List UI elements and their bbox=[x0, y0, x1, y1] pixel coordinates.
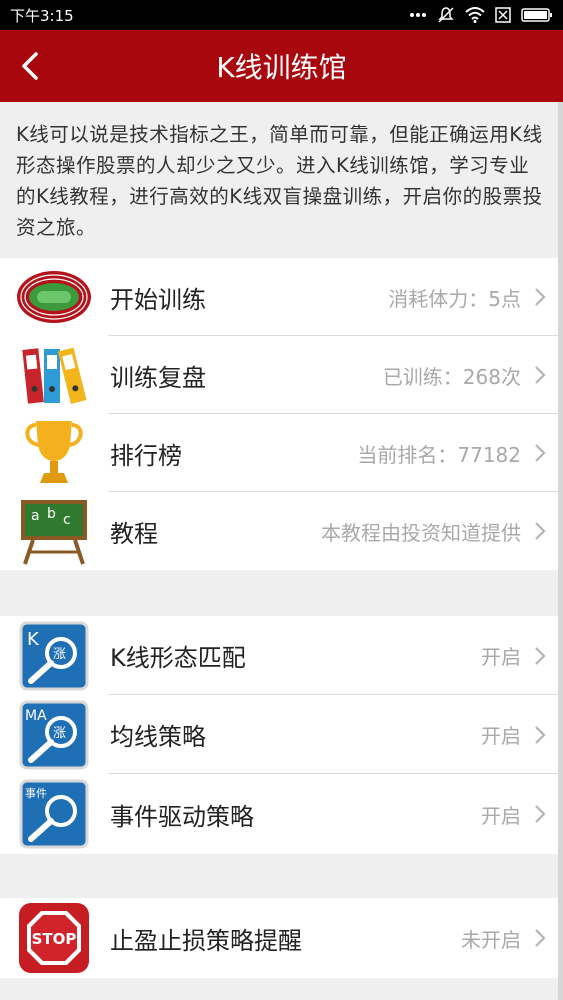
ma-strategy-label: 均线策略 bbox=[110, 723, 206, 751]
sim-off-icon bbox=[495, 7, 511, 23]
event-driven-row[interactable]: 事件 事件驱动策略 开启 bbox=[0, 774, 563, 854]
strategy-group: K 涨 K线形态匹配 开启 MA 涨 均线策略 开启 事件 事件驱动策略 开启 bbox=[0, 616, 563, 854]
alert-group: STOP 止盈止损策略提醒 未开启 bbox=[0, 898, 563, 978]
k-search-icon: K 涨 bbox=[16, 618, 92, 694]
event-badge-text: 事件 bbox=[25, 787, 47, 800]
chalkboard-icon: a b c bbox=[16, 493, 92, 569]
current-rank-value: 当前排名：77182 bbox=[357, 442, 521, 467]
svg-text:a: a bbox=[31, 508, 40, 524]
k-pattern-match-row[interactable]: K 涨 K线形态匹配 开启 bbox=[0, 616, 563, 695]
chevron-right-icon bbox=[535, 646, 546, 665]
status-time: 下午3:15 bbox=[10, 6, 74, 25]
app-header: K线训练馆 bbox=[0, 30, 563, 102]
training-count-value: 已训练：268次 bbox=[382, 364, 521, 389]
training-review-label: 训练复盘 bbox=[110, 363, 206, 392]
take-profit-stop-loss-status: 未开启 bbox=[461, 927, 521, 952]
event-driven-label: 事件驱动策略 bbox=[110, 802, 254, 831]
stamina-cost-value: 消耗体力：5点 bbox=[388, 286, 521, 311]
svg-text:c: c bbox=[63, 512, 71, 528]
trophy-icon bbox=[16, 415, 92, 491]
ma-badge-text: MA bbox=[25, 708, 47, 724]
leaderboard-row[interactable]: 排行榜 当前排名：77182 bbox=[0, 414, 563, 492]
status-bar: 下午3:15 bbox=[0, 0, 563, 30]
ma-strategy-row[interactable]: MA 涨 均线策略 开启 bbox=[0, 695, 563, 774]
back-button[interactable] bbox=[12, 48, 48, 84]
k-badge-text: K bbox=[27, 629, 40, 650]
ma-strategy-status: 开启 bbox=[481, 724, 521, 748]
k-pattern-match-status: 开启 bbox=[481, 645, 521, 669]
k-pattern-match-label: K线形态匹配 bbox=[110, 644, 246, 672]
back-arrow-icon bbox=[22, 52, 38, 80]
track-field-icon bbox=[16, 259, 92, 335]
svg-text:b: b bbox=[47, 506, 56, 522]
chevron-right-icon bbox=[535, 805, 546, 823]
battery-icon bbox=[521, 7, 553, 23]
chevron-right-icon bbox=[535, 288, 546, 306]
training-group: 开始训练 消耗体力：5点 训练复盘 已训练：268次 排行榜 当前排名：7718… bbox=[0, 258, 563, 570]
mute-icon bbox=[437, 6, 455, 24]
leaderboard-label: 排行榜 bbox=[110, 441, 182, 470]
event-driven-status: 开启 bbox=[481, 803, 521, 828]
event-search-icon: 事件 bbox=[16, 776, 92, 852]
more-dots-icon bbox=[409, 12, 427, 18]
chevron-right-icon bbox=[535, 366, 546, 384]
chevron-right-icon bbox=[535, 929, 546, 947]
scrollbar-track bbox=[558, 102, 563, 1000]
tutorial-row[interactable]: a b c 教程 本教程由投资知道提供 bbox=[0, 492, 563, 570]
stop-sign-icon: STOP bbox=[16, 900, 92, 976]
chevron-right-icon bbox=[535, 522, 546, 540]
binders-icon bbox=[16, 337, 92, 413]
rise-badge-text: 涨 bbox=[53, 726, 66, 741]
stop-badge-text: STOP bbox=[32, 930, 77, 948]
tutorial-provider-value: 本教程由投资知道提供 bbox=[321, 520, 521, 545]
chevron-right-icon bbox=[535, 725, 546, 744]
ma-search-icon: MA 涨 bbox=[16, 697, 92, 773]
tutorial-label: 教程 bbox=[110, 519, 158, 548]
chevron-right-icon bbox=[535, 444, 546, 462]
take-profit-stop-loss-row[interactable]: STOP 止盈止损策略提醒 未开启 bbox=[0, 898, 563, 978]
intro-text: K线可以说是技术指标之王，简单而可靠，但能正确运用K线形态操作股票的人却少之又少… bbox=[0, 102, 563, 258]
take-profit-stop-loss-label: 止盈止损策略提醒 bbox=[110, 926, 302, 955]
start-training-label: 开始训练 bbox=[110, 285, 206, 314]
page-title: K线训练馆 bbox=[216, 51, 347, 84]
wifi-icon bbox=[465, 7, 485, 23]
start-training-row[interactable]: 开始训练 消耗体力：5点 bbox=[0, 258, 563, 336]
rise-badge-text: 涨 bbox=[53, 647, 66, 662]
training-review-row[interactable]: 训练复盘 已训练：268次 bbox=[0, 336, 563, 414]
